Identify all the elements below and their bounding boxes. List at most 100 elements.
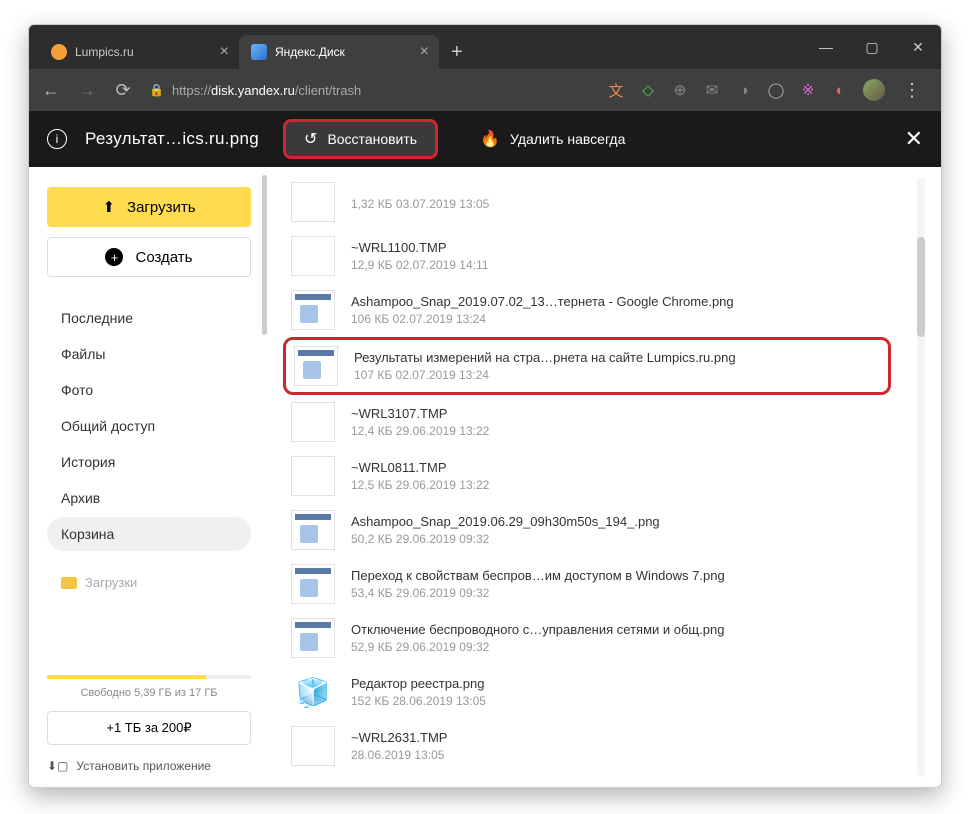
close-icon[interactable]: × (420, 43, 429, 61)
sidebar-item-4[interactable]: История (47, 445, 251, 479)
selected-file-title: Результат…ics.ru.png (85, 129, 259, 149)
install-app-link[interactable]: ⬇▢ Установить приложение (47, 759, 251, 773)
file-info: Отключение беспроводного с…управления се… (351, 622, 883, 654)
content: ⬆ Загрузить + Создать ПоследниеФайлыФото… (29, 167, 941, 787)
restore-label: Восстановить (327, 131, 417, 147)
tab-title: Яндекс.Диск (275, 45, 412, 59)
file-scrollbar[interactable] (917, 177, 925, 777)
upload-label: Загрузить (127, 199, 196, 216)
tab-yandex-disk[interactable]: Яндекс.Диск × (239, 35, 439, 69)
file-info: ~WRL3107.TMP12,4 КБ 29.06.2019 13:22 (351, 406, 883, 438)
url-host: disk.yandex.ru (211, 83, 295, 98)
file-name: Ashampoo_Snap_2019.07.02_13…тернета - Go… (351, 294, 883, 309)
close-icon[interactable]: × (220, 43, 229, 61)
minimize-button[interactable]: — (803, 25, 849, 69)
sidebar-item-2[interactable]: Фото (47, 373, 251, 407)
url-text: https://disk.yandex.ru/client/trash (172, 83, 361, 98)
forward-button[interactable]: → (73, 76, 101, 104)
file-info: Ashampoo_Snap_2019.06.29_09h30m50s_194_.… (351, 514, 883, 546)
extension-icon[interactable]: ※ (799, 81, 817, 99)
file-name: ~WRL1100.TMP (351, 240, 883, 255)
info-icon[interactable]: i (47, 129, 67, 149)
close-panel-button[interactable]: ✕ (905, 126, 923, 152)
extension-icon[interactable]: ◐ (831, 81, 849, 99)
browser-window: Lumpics.ru × Яндекс.Диск × + — ▢ ✕ ← → ⟳… (28, 24, 942, 788)
close-button[interactable]: ✕ (895, 25, 941, 69)
sidebar-item-0[interactable]: Последние (47, 301, 251, 335)
restore-button[interactable]: ↺ Восстановить (283, 119, 438, 159)
sidebar-item-1[interactable]: Файлы (47, 337, 251, 371)
file-row[interactable]: Переход к свойствам беспров…им доступом … (283, 557, 891, 611)
quota-section: Свободно 5,39 ГБ из 17 ГБ +1 ТБ за 200₽ … (47, 675, 251, 773)
sidebar-scrollbar[interactable] (262, 175, 267, 677)
url-scheme: https:// (172, 83, 211, 98)
create-button[interactable]: + Создать (47, 237, 251, 277)
file-list: 1,32 КБ 03.07.2019 13:05 ~WRL1100.TMP 12,9… (269, 167, 901, 783)
file-row[interactable]: 1,32 КБ 03.07.2019 13:05 (283, 175, 891, 229)
maximize-button[interactable]: ▢ (849, 25, 895, 69)
menu-button[interactable]: ⋮ (899, 80, 925, 101)
plus-icon: + (105, 248, 123, 266)
create-label: Создать (135, 249, 192, 266)
tab-favicon (51, 44, 67, 60)
file-info: Ashampoo_Snap_2019.07.02_13…тернета - Go… (351, 294, 883, 326)
url-path: /client/trash (295, 83, 361, 98)
file-name: ~WRL0811.TMP (351, 460, 883, 475)
upload-icon: ⬆ (102, 198, 115, 216)
sidebar-item-6[interactable]: Корзина (47, 517, 251, 551)
window-controls: — ▢ ✕ (803, 25, 941, 69)
chat-icon[interactable]: ◑ (735, 81, 753, 99)
file-info: ~WRL2631.TMP28.06.2019 13:05 (351, 730, 883, 762)
upload-button[interactable]: ⬆ Загрузить (47, 187, 251, 227)
mail-icon[interactable]: ✉ (703, 81, 721, 99)
buy-storage-button[interactable]: +1 ТБ за 200₽ (47, 711, 251, 745)
file-row[interactable]: Результаты измерений на стра…рнета на са… (283, 337, 891, 395)
profile-avatar[interactable] (863, 79, 885, 101)
restore-icon: ↺ (304, 129, 317, 149)
file-row[interactable]: Ashampoo_Snap_2019.07.02_13…тернета - Go… (283, 283, 891, 337)
reload-button[interactable]: ⟳ (109, 76, 137, 104)
file-info: Редактор реестра.png152 КБ 28.06.2019 13… (351, 676, 883, 708)
file-area: 1,32 КБ 03.07.2019 13:05 ~WRL1100.TMP 12,9… (269, 167, 941, 787)
file-name: Ashampoo_Snap_2019.06.29_09h30m50s_194_.… (351, 514, 883, 529)
globe-icon[interactable]: ⊕ (671, 81, 689, 99)
delete-label: Удалить навсегда (510, 131, 625, 147)
file-row[interactable]: 🧊Редактор реестра.png152 КБ 28.06.2019 1… (283, 665, 891, 719)
back-button[interactable]: ← (37, 76, 65, 104)
file-meta: 12,4 КБ 29.06.2019 13:22 (351, 424, 883, 438)
file-meta: 12,9 КБ 02.07.2019 14:11 (351, 258, 883, 272)
file-row[interactable]: Ashampoo_Snap_2019.06.29_09h30m50s_194_.… (283, 503, 891, 557)
download-icon: ⬇▢ (47, 759, 68, 773)
tab-lumpics[interactable]: Lumpics.ru × (39, 35, 239, 69)
flame-icon: 🔥 (480, 129, 500, 149)
file-meta: 106 КБ 02.07.2019 13:24 (351, 312, 883, 326)
lock-icon: 🔒 (149, 83, 164, 97)
file-thumbnail (291, 618, 335, 658)
sidebar-item-3[interactable]: Общий доступ (47, 409, 251, 443)
sidebar-folder[interactable]: Загрузки (47, 569, 251, 596)
shield-icon[interactable]: ◇ (639, 81, 657, 99)
file-thumbnail (291, 236, 335, 276)
file-thumbnail (291, 510, 335, 550)
file-name: ~WRL2631.TMP (351, 730, 883, 745)
file-row[interactable]: ~WRL2631.TMP28.06.2019 13:05 (283, 719, 891, 773)
extensions: 文 ◇ ⊕ ✉ ◑ ◯ ※ ◐ ⋮ (607, 79, 933, 101)
new-tab-button[interactable]: + (439, 35, 475, 69)
file-row[interactable]: Отключение беспроводного с…управления се… (283, 611, 891, 665)
file-meta: 1,32 КБ 03.07.2019 13:05 (351, 197, 883, 211)
translate-icon[interactable]: 文 (607, 81, 625, 99)
file-row[interactable]: ~WRL1100.TMP 12,9 КБ 02.07.2019 14:11 (283, 229, 891, 283)
delete-forever-button[interactable]: 🔥 Удалить навсегда (462, 119, 643, 159)
extension-icon[interactable]: ◯ (767, 81, 785, 99)
file-thumbnail (291, 182, 335, 222)
file-thumbnail (291, 402, 335, 442)
folder-icon (61, 577, 77, 589)
sidebar-item-5[interactable]: Архив (47, 481, 251, 515)
file-row[interactable]: ~WRL3107.TMP12,4 КБ 29.06.2019 13:22 (283, 395, 891, 449)
file-row[interactable]: ~WRL0811.TMP12,5 КБ 29.06.2019 13:22 (283, 449, 891, 503)
titlebar: Lumpics.ru × Яндекс.Диск × + — ▢ ✕ (29, 25, 941, 69)
file-info: ~WRL0811.TMP12,5 КБ 29.06.2019 13:22 (351, 460, 883, 492)
file-meta: 53,4 КБ 29.06.2019 09:32 (351, 586, 883, 600)
url-field[interactable]: 🔒 https://disk.yandex.ru/client/trash (145, 83, 599, 98)
file-thumbnail (291, 726, 335, 766)
